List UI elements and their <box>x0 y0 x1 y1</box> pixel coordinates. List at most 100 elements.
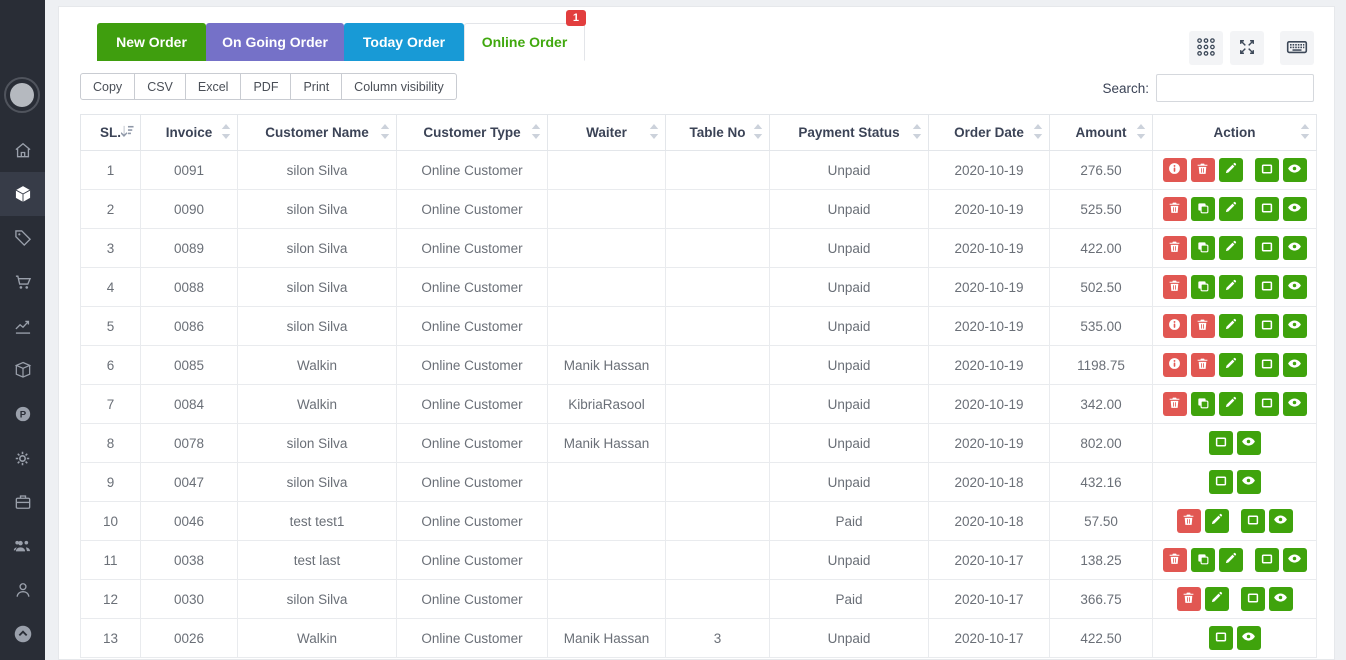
cell-type: Online Customer <box>397 502 548 541</box>
window-action-button[interactable] <box>1255 275 1279 299</box>
delete-icon <box>1196 318 1209 334</box>
sidebar-item-inventory[interactable] <box>0 348 45 392</box>
column-visibility-button[interactable]: Column visibility <box>342 73 457 100</box>
window-action-button[interactable] <box>1241 587 1265 611</box>
search-input[interactable] <box>1156 74 1314 102</box>
tab-today-order[interactable]: Today Order <box>344 23 464 61</box>
delete-action-button[interactable] <box>1163 275 1187 299</box>
tab-ongoing-order[interactable]: On Going Order <box>206 23 344 61</box>
column-header-waiter[interactable]: Waiter <box>548 115 666 151</box>
eye-action-button[interactable] <box>1283 392 1307 416</box>
eye-action-button[interactable] <box>1283 314 1307 338</box>
edit-action-button[interactable] <box>1219 314 1243 338</box>
column-header-invoice[interactable]: Invoice <box>141 115 238 151</box>
pdf-button[interactable]: PDF <box>241 73 291 100</box>
sidebar-item-home[interactable] <box>0 128 45 172</box>
grid-menu-button[interactable] <box>1189 31 1223 65</box>
clone-action-button[interactable] <box>1191 548 1215 572</box>
home-icon <box>13 140 33 160</box>
delete-action-button[interactable] <box>1163 236 1187 260</box>
sidebar-item-business[interactable] <box>0 480 45 524</box>
sidebar-item-tags[interactable] <box>0 216 45 260</box>
edit-action-button[interactable] <box>1219 548 1243 572</box>
edit-action-button[interactable] <box>1219 197 1243 221</box>
info-action-button[interactable] <box>1163 353 1187 377</box>
column-header-sl[interactable]: SL. <box>81 115 141 151</box>
window-action-button[interactable] <box>1209 431 1233 455</box>
delete-action-button[interactable] <box>1163 392 1187 416</box>
column-header-table-no[interactable]: Table No <box>666 115 770 151</box>
sort-icon <box>649 124 659 142</box>
eye-action-button[interactable] <box>1237 431 1261 455</box>
window-action-button[interactable] <box>1255 353 1279 377</box>
copy-button[interactable]: Copy <box>80 73 135 100</box>
edit-action-button[interactable] <box>1205 509 1229 533</box>
eye-action-button[interactable] <box>1283 236 1307 260</box>
tab-online-order[interactable]: Online Order 1 <box>464 23 585 61</box>
package-icon <box>13 360 33 380</box>
column-header-customer-type[interactable]: Customer Type <box>397 115 548 151</box>
window-action-button[interactable] <box>1255 548 1279 572</box>
fullscreen-button[interactable] <box>1230 31 1264 65</box>
eye-action-button[interactable] <box>1283 548 1307 572</box>
delete-action-button[interactable] <box>1177 509 1201 533</box>
delete-action-button[interactable] <box>1163 197 1187 221</box>
delete-action-button[interactable] <box>1191 353 1215 377</box>
cell-actions <box>1153 463 1317 502</box>
excel-button[interactable]: Excel <box>186 73 242 100</box>
avatar[interactable] <box>4 77 40 113</box>
column-header-action[interactable]: Action <box>1153 115 1317 151</box>
window-action-button[interactable] <box>1255 158 1279 182</box>
edit-action-button[interactable] <box>1219 392 1243 416</box>
eye-action-button[interactable] <box>1283 158 1307 182</box>
column-header-payment-status[interactable]: Payment Status <box>770 115 929 151</box>
eye-action-button[interactable] <box>1237 470 1261 494</box>
window-action-button[interactable] <box>1255 314 1279 338</box>
sidebar-item-scroll-top[interactable] <box>0 612 45 656</box>
eye-action-button[interactable] <box>1283 197 1307 221</box>
sidebar-item-settings[interactable] <box>0 436 45 480</box>
clone-action-button[interactable] <box>1191 392 1215 416</box>
clone-action-button[interactable] <box>1191 236 1215 260</box>
column-header-order-date[interactable]: Order Date <box>929 115 1050 151</box>
svg-text:P: P <box>19 410 26 421</box>
csv-button[interactable]: CSV <box>135 73 186 100</box>
sidebar-item-pos[interactable] <box>0 172 45 216</box>
edit-action-button[interactable] <box>1219 158 1243 182</box>
delete-action-button[interactable] <box>1191 314 1215 338</box>
eye-action-button[interactable] <box>1269 509 1293 533</box>
edit-action-button[interactable] <box>1219 275 1243 299</box>
window-action-button[interactable] <box>1209 470 1233 494</box>
keyboard-button[interactable] <box>1280 31 1314 65</box>
eye-action-button[interactable] <box>1237 626 1261 650</box>
tab-new-order[interactable]: New Order <box>97 23 206 61</box>
delete-action-button[interactable] <box>1163 548 1187 572</box>
eye-action-button[interactable] <box>1269 587 1293 611</box>
info-action-button[interactable] <box>1163 314 1187 338</box>
delete-action-button[interactable] <box>1191 158 1215 182</box>
sidebar-item-profile[interactable] <box>0 568 45 612</box>
delete-action-button[interactable] <box>1177 587 1201 611</box>
edit-action-button[interactable] <box>1219 236 1243 260</box>
window-action-button[interactable] <box>1209 626 1233 650</box>
edit-action-button[interactable] <box>1219 353 1243 377</box>
edit-action-button[interactable] <box>1205 587 1229 611</box>
info-action-button[interactable] <box>1163 158 1187 182</box>
eye-action-button[interactable] <box>1283 275 1307 299</box>
sidebar-item-orders[interactable] <box>0 260 45 304</box>
window-action-button[interactable] <box>1255 236 1279 260</box>
window-action-button[interactable] <box>1241 509 1265 533</box>
delete-icon <box>1196 357 1209 373</box>
eye-action-button[interactable] <box>1283 353 1307 377</box>
window-action-button[interactable] <box>1255 197 1279 221</box>
sidebar-item-reports[interactable] <box>0 304 45 348</box>
column-header-customer-name[interactable]: Customer Name <box>238 115 397 151</box>
clone-action-button[interactable] <box>1191 275 1215 299</box>
clone-action-button[interactable] <box>1191 197 1215 221</box>
sidebar-item-parking[interactable]: P <box>0 392 45 436</box>
print-button[interactable]: Print <box>291 73 342 100</box>
column-header-amount[interactable]: Amount <box>1050 115 1153 151</box>
window-action-button[interactable] <box>1255 392 1279 416</box>
sidebar-item-customers[interactable] <box>0 524 45 568</box>
cell-waiter: KibriaRasool <box>548 385 666 424</box>
